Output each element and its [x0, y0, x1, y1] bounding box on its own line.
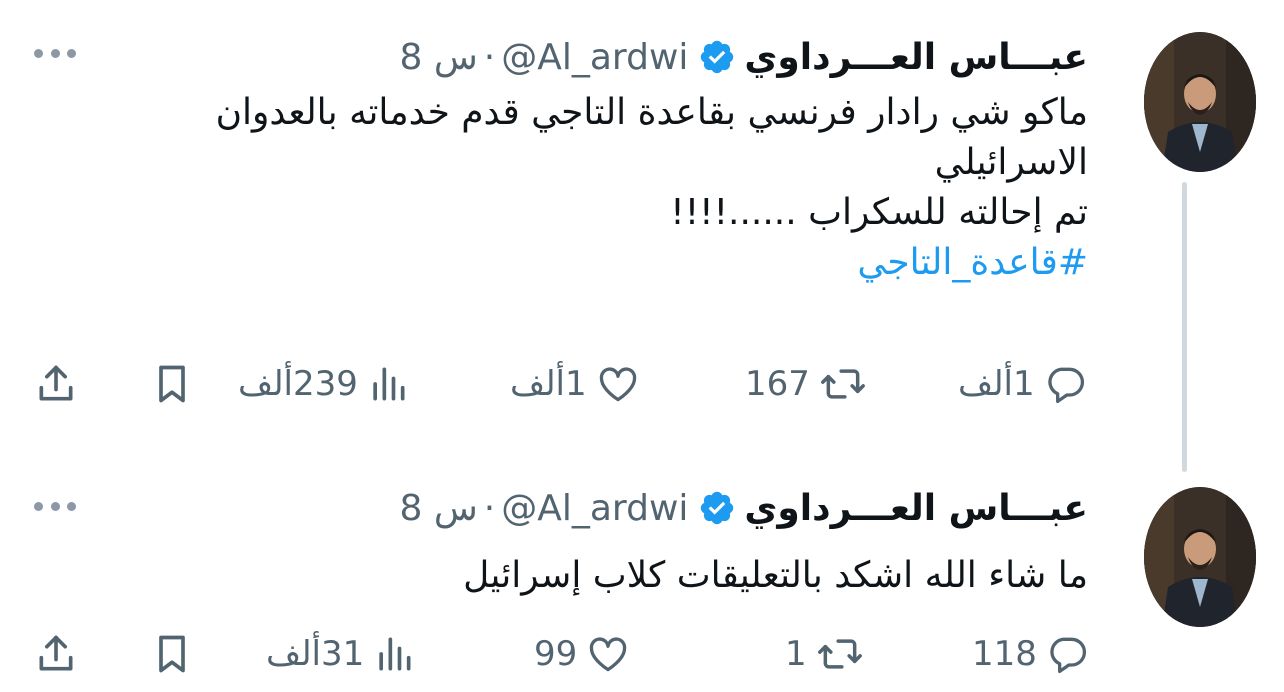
separator-dot: ·	[483, 36, 496, 78]
tweet-text-line: ما شاء الله اشكد بالتعليقات كلاب إسرائيل	[463, 555, 1088, 596]
more-dots-icon[interactable]	[34, 47, 76, 59]
bookmark-icon	[150, 632, 194, 676]
author-name[interactable]: عبـــاس العـــرداوي	[744, 488, 1088, 529]
repost-arrows-icon	[818, 362, 868, 406]
like-button[interactable]: 1ألف	[510, 362, 641, 406]
tweet-header: عبـــاس العـــرداوي @Al_ardwi · 8 س	[399, 483, 1088, 533]
reply-count: 1ألف	[958, 364, 1035, 404]
speech-bubble-icon	[1043, 362, 1087, 406]
separator-dot: ·	[483, 487, 496, 529]
tweet-text-line: الاسرائيلي	[934, 142, 1088, 183]
verified-badge-icon	[698, 38, 736, 76]
hashtag-link[interactable]: #قاعدة_التاجي	[216, 238, 1088, 288]
tweet-header: عبـــاس العـــرداوي @Al_ardwi · 8 س	[399, 32, 1088, 82]
author-handle[interactable]: @Al_ardwi	[501, 488, 688, 529]
more-dots-icon[interactable]	[34, 500, 76, 512]
repost-button[interactable]: 1	[785, 632, 865, 676]
tweet-actions: 118 1 99 31ألف	[0, 632, 1284, 676]
views-button[interactable]: 31ألف	[266, 632, 416, 676]
tweet-text-line: تم إحالته للسكراب ......!!!!	[670, 192, 1088, 233]
thread-connector-line	[1182, 182, 1187, 472]
author-handle[interactable]: @Al_ardwi	[501, 37, 688, 78]
tweet-text-line: ماكو شي رادار فرنسي بقاعدة التاجي قدم خد…	[215, 92, 1088, 133]
repost-arrows-icon	[815, 632, 865, 676]
views-button[interactable]: 239ألف	[238, 362, 410, 406]
verified-badge-icon	[698, 489, 736, 527]
bookmark-button[interactable]	[150, 632, 194, 676]
reply-button[interactable]: 1ألف	[958, 362, 1087, 406]
repost-button[interactable]: 167	[745, 362, 868, 406]
avatar[interactable]	[1144, 487, 1256, 627]
share-button[interactable]	[34, 362, 78, 406]
share-button[interactable]	[34, 632, 78, 676]
share-upload-icon	[34, 632, 78, 676]
like-count: 1ألف	[510, 364, 587, 404]
like-count: 99	[534, 634, 578, 674]
reply-count: 118	[972, 634, 1037, 674]
bar-chart-icon	[366, 362, 410, 406]
views-count: 31ألف	[266, 634, 365, 674]
repost-count: 1	[785, 634, 807, 674]
timestamp[interactable]: 8 س	[399, 37, 477, 78]
heart-icon	[585, 632, 631, 676]
tweet-text: ماكو شي رادار فرنسي بقاعدة التاجي قدم خد…	[216, 88, 1088, 288]
author-name[interactable]: عبـــاس العـــرداوي	[744, 37, 1088, 78]
avatar[interactable]	[1144, 32, 1256, 172]
tweet-text: ما شاء الله اشكد بالتعليقات كلاب إسرائيل	[463, 551, 1088, 601]
repost-count: 167	[745, 364, 810, 404]
views-count: 239ألف	[238, 364, 358, 404]
timestamp[interactable]: 8 س	[399, 488, 477, 529]
like-button[interactable]: 99	[534, 632, 631, 676]
bookmark-icon	[150, 362, 194, 406]
speech-bubble-icon	[1045, 632, 1089, 676]
reply-button[interactable]: 118	[972, 632, 1089, 676]
share-upload-icon	[34, 362, 78, 406]
bar-chart-icon	[372, 632, 416, 676]
tweet-actions: 1ألف 167 1ألف 239ألف	[0, 362, 1284, 406]
heart-icon	[595, 362, 641, 406]
bookmark-button[interactable]	[150, 362, 194, 406]
